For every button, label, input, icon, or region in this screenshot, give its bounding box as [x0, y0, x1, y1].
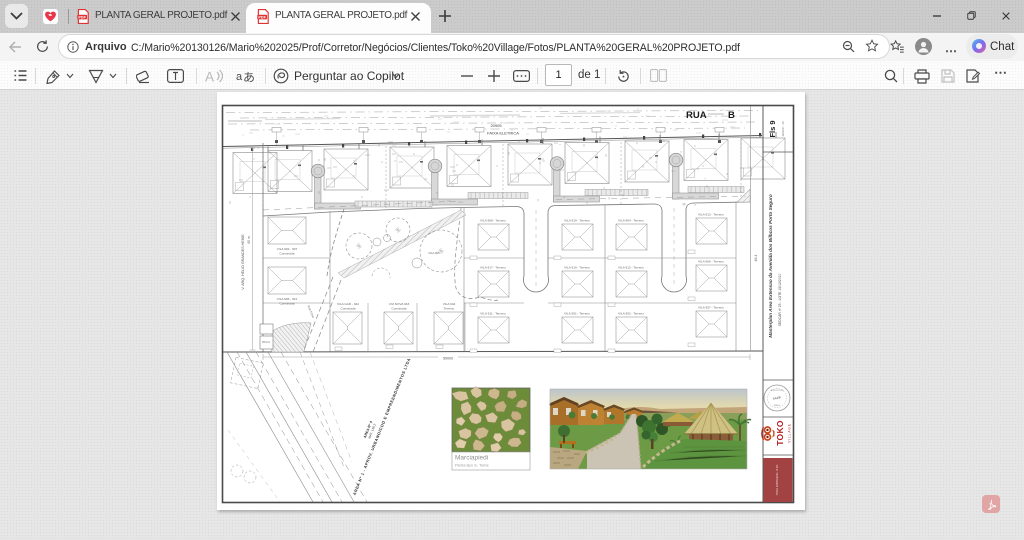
- svg-text:VILA 911 - Terreno: VILA 911 - Terreno: [480, 312, 506, 316]
- svg-text:VILA 910 - Terreno: VILA 910 - Terreno: [564, 266, 590, 270]
- svg-text:Masterplan Area Extensao da Av: Masterplan Area Extensao da Avenida dos …: [768, 194, 773, 338]
- svg-text:.: .: [736, 113, 737, 118]
- svg-text:VILA 906 - Terreno: VILA 906 - Terreno: [698, 260, 724, 264]
- svg-text:Marciapiedi: Marciapiedi: [455, 455, 488, 462]
- svg-text:Construida: Construida: [392, 307, 407, 311]
- svg-text:Construida: Construida: [280, 252, 295, 256]
- svg-text:TOKO: TOKO: [775, 420, 785, 446]
- svg-text:VILA 944: VILA 944: [443, 302, 456, 306]
- svg-text:VILA 913 - Terreno: VILA 913 - Terreno: [698, 213, 724, 217]
- svg-text:VILA 908 - Terreno: VILA 908 - Terreno: [480, 219, 506, 223]
- svg-text:PDF: PDF: [258, 16, 266, 20]
- svg-text:20905: 20905: [490, 123, 502, 128]
- svg-text:VILA 904 - Terreno: VILA 904 - Terreno: [618, 219, 644, 223]
- svg-text:あ: あ: [243, 71, 255, 84]
- svg-text:46.4: 46.4: [754, 255, 758, 262]
- svg-text:SEDCAR nº 25 - LOTE 15/12/2010: SEDCAR nº 25 - LOTE 15/12/2010: [778, 274, 782, 327]
- svg-text:B: B: [728, 110, 735, 121]
- svg-text:VILA 952 - Terreno: VILA 952 - Terreno: [618, 312, 644, 316]
- svg-text:V. ARQ. HELIO GRANDES HEINE: V. ARQ. HELIO GRANDES HEINE: [241, 234, 245, 290]
- svg-text:ARQUITETURA: ARQUITETURA: [771, 389, 785, 392]
- svg-text:VILA 957 - Terreno: VILA 957 - Terreno: [698, 306, 724, 310]
- svg-text:14/02/17 - 09: 14/02/17 - 09: [781, 121, 785, 137]
- svg-text:VILA 905: VILA 905: [428, 251, 440, 255]
- svg-text:VILA 912 - Terreno: VILA 912 - Terreno: [618, 266, 644, 270]
- svg-text:a: a: [236, 71, 243, 83]
- svg-text:VILLAGE: VILLAGE: [788, 423, 792, 443]
- svg-text:60 m: 60 m: [247, 236, 251, 243]
- svg-text:A: A: [205, 70, 214, 85]
- svg-text:Pietra tipo S. Tomé: Pietra tipo S. Tomé: [455, 463, 489, 468]
- svg-text:VILA 902 - 907: VILA 902 - 907: [277, 247, 298, 251]
- svg-text:PDF: PDF: [78, 16, 86, 20]
- svg-text:VILA 906 - 941: VILA 906 - 941: [277, 297, 298, 301]
- svg-text:VILA 919 - Terreno: VILA 919 - Terreno: [564, 219, 590, 223]
- svg-text:FAIXA ELETRICA: FAIXA ELETRICA: [487, 131, 519, 136]
- svg-text:V.M.NOVA 943: V.M.NOVA 943: [389, 302, 410, 306]
- svg-text:50000: 50000: [443, 357, 453, 361]
- svg-text:VILA 917 - Terreno: VILA 917 - Terreno: [480, 266, 506, 270]
- svg-text:Terreno: Terreno: [444, 307, 455, 311]
- svg-text:Construida: Construida: [280, 302, 295, 306]
- svg-text:PRACA: PRACA: [262, 341, 271, 344]
- svg-text:BRASIL: BRASIL: [774, 404, 780, 407]
- svg-text:VILA 951 - Terreno: VILA 951 - Terreno: [564, 312, 590, 316]
- svg-text:VILA GAR - 942: VILA GAR - 942: [337, 302, 359, 306]
- svg-text:RUA TOKO: RUA TOKO: [307, 305, 316, 319]
- svg-text:Fls 9: Fls 9: [768, 120, 777, 137]
- svg-text:Construida: Construida: [341, 307, 356, 311]
- svg-text:AREA Nº 1 - APROV. URBANO/COD: AREA Nº 1 - APROV. URBANO/COD E EMPREEND…: [352, 357, 412, 496]
- svg-text:RUA: RUA: [686, 110, 707, 121]
- svg-text:TOKO EMPREEND. LTDA: TOKO EMPREEND. LTDA: [775, 464, 779, 495]
